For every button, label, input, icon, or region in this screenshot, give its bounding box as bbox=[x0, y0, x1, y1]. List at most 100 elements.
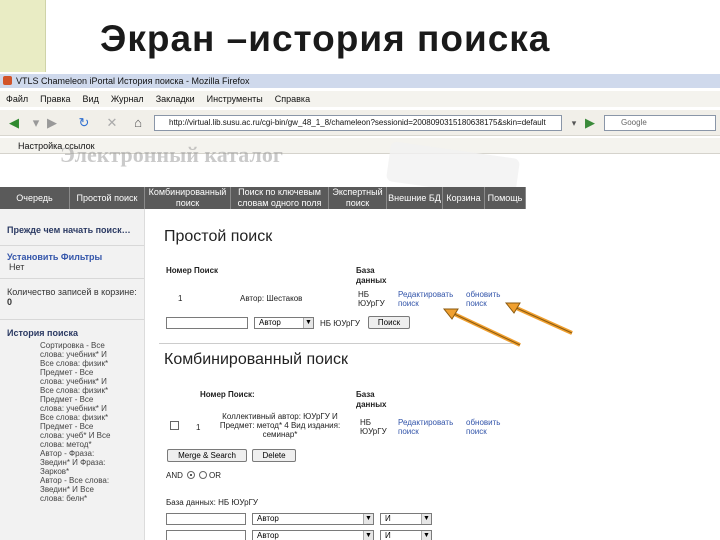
tab-help[interactable]: Помощь bbox=[485, 187, 526, 209]
simple-search-button[interactable]: Поиск bbox=[368, 316, 410, 329]
combined-row-db: НБ ЮУрГУ bbox=[360, 418, 387, 436]
menu-tools[interactable]: Инструменты bbox=[207, 91, 263, 107]
combined-search-heading: Комбинированный поиск bbox=[164, 351, 348, 368]
menu-help[interactable]: Справка bbox=[275, 91, 310, 107]
filters-block: Установить Фильтры Нет bbox=[0, 246, 144, 279]
set-filters-link[interactable]: Установить Фильтры bbox=[7, 252, 137, 262]
history-item[interactable]: Автор - Все слова: bbox=[40, 476, 137, 485]
catalog-tabs: Очередь Простой поиск Комбинированный по… bbox=[0, 187, 526, 209]
tab-external-db[interactable]: Внешние БД bbox=[387, 187, 443, 209]
go-arrow-icon[interactable]: ▾ bbox=[566, 115, 582, 131]
combined-col-number: Номер Поиск: bbox=[200, 390, 255, 399]
history-item[interactable]: Все слова: физик* bbox=[40, 413, 137, 422]
basket-count-label: Количество записей в корзине: bbox=[7, 287, 137, 297]
history-item[interactable]: слова: учеб* И Все bbox=[40, 431, 137, 440]
section-divider bbox=[159, 343, 519, 344]
combined-col-db: База данных bbox=[356, 390, 387, 409]
tab-simple-search[interactable]: Простой поиск bbox=[70, 187, 145, 209]
slide-stripe bbox=[0, 0, 46, 72]
and-radio[interactable] bbox=[187, 471, 195, 479]
simple-row-number: 1 bbox=[178, 294, 183, 303]
and-label: AND bbox=[166, 471, 183, 480]
history-item[interactable]: Автор - Фраза: bbox=[40, 449, 137, 458]
merge-search-button[interactable]: Merge & Search bbox=[167, 449, 247, 462]
combined-op-value-2: И bbox=[385, 531, 391, 540]
simple-search-input[interactable] bbox=[166, 317, 248, 329]
simple-col-number: Номер Поиск bbox=[166, 266, 219, 275]
tab-queue[interactable]: Очередь bbox=[0, 187, 70, 209]
combined-field-select-2[interactable]: Автор ▼ bbox=[252, 530, 374, 540]
combined-field-value-1: Автор bbox=[257, 514, 279, 523]
combined-field-select-1[interactable]: Автор ▼ bbox=[252, 513, 374, 525]
stop-icon[interactable]: ✕ bbox=[104, 115, 120, 131]
combined-row-number: 1 bbox=[196, 423, 201, 432]
simple-col-db: База данных bbox=[356, 266, 387, 285]
window-title: VTLS Chameleon iPortal История поиска - … bbox=[16, 76, 250, 86]
combined-edit-link[interactable]: Редактировать поиск bbox=[398, 418, 462, 436]
forward-icon[interactable]: ▶ bbox=[44, 115, 60, 131]
combined-op-value-1: И bbox=[385, 514, 391, 523]
history-item[interactable]: слова: метод* bbox=[40, 440, 137, 449]
combined-row-query[interactable]: Коллективный автор: ЮУрГУ И Предмет: мет… bbox=[218, 412, 342, 439]
menu-bookmarks[interactable]: Закладки bbox=[156, 91, 195, 107]
combined-field-value-2: Автор bbox=[257, 531, 279, 540]
back-icon[interactable]: ◀ bbox=[6, 115, 22, 131]
home-icon[interactable]: ⌂ bbox=[130, 115, 146, 131]
history-list: Сортировка - Все слова: учебник* И Все с… bbox=[0, 338, 144, 503]
simple-row-query[interactable]: Автор: Шестаков bbox=[240, 294, 302, 303]
search-field[interactable]: Google bbox=[604, 115, 716, 131]
combined-input-2[interactable] bbox=[166, 530, 246, 540]
basket-count: 0 bbox=[7, 297, 13, 307]
tab-expert-search[interactable]: Экспертный поиск bbox=[329, 187, 387, 209]
menu-history[interactable]: Журнал bbox=[111, 91, 144, 107]
menu-bar: Файл Правка Вид Журнал Закладки Инструме… bbox=[0, 91, 720, 107]
firefox-icon bbox=[3, 76, 12, 85]
history-item[interactable]: слова: белн* bbox=[40, 494, 137, 503]
combined-op-select-1[interactable]: И ▼ bbox=[380, 513, 432, 525]
history-item[interactable]: Сортировка - Все bbox=[40, 341, 137, 350]
chevron-down-icon: ▼ bbox=[363, 531, 373, 540]
address-bar[interactable]: http://virtual.lib.susu.ac.ru/cgi-bin/gw… bbox=[154, 115, 562, 131]
history-title: История поиска bbox=[7, 328, 79, 338]
chevron-down-icon: ▼ bbox=[363, 514, 373, 524]
history-item[interactable]: Зведин* И Фраза: bbox=[40, 458, 137, 467]
history-item[interactable]: Предмет - Все bbox=[40, 368, 137, 377]
simple-in-db: НБ ЮУрГУ bbox=[320, 319, 360, 328]
history-item[interactable]: Все слова: физик* bbox=[40, 359, 137, 368]
chevron-down-icon: ▼ bbox=[303, 318, 313, 328]
chevron-down-icon: ▼ bbox=[421, 514, 431, 524]
simple-field-select[interactable]: Автор ▼ bbox=[254, 317, 314, 329]
or-radio[interactable] bbox=[199, 471, 207, 479]
history-item[interactable]: Предмет - Все bbox=[40, 395, 137, 404]
history-item[interactable]: слова: учебник* И bbox=[40, 350, 137, 359]
tab-keyword-search[interactable]: Поиск по ключевым словам одного поля bbox=[231, 187, 329, 209]
tab-combined-search[interactable]: Комбинированный поиск bbox=[145, 187, 231, 209]
delete-button[interactable]: Delete bbox=[252, 449, 296, 462]
combined-row-checkbox[interactable] bbox=[170, 421, 179, 430]
menu-edit[interactable]: Правка bbox=[40, 91, 70, 107]
reload-icon[interactable]: ↻ bbox=[76, 115, 92, 131]
history-item[interactable]: Все слова: физик* bbox=[40, 386, 137, 395]
history-block: История поиска bbox=[0, 320, 144, 338]
go-icon[interactable]: ▶ bbox=[582, 115, 598, 131]
combined-input-1[interactable] bbox=[166, 513, 246, 525]
combined-db-label: База данных: НБ ЮУрГУ bbox=[166, 498, 259, 507]
presentation-slide: Экран –история поиска VTLS Chameleon iPo… bbox=[0, 0, 720, 540]
history-item[interactable]: слова: учебник* И bbox=[40, 377, 137, 386]
dropdown-arrow-icon[interactable]: ▾ bbox=[28, 115, 44, 131]
menu-file[interactable]: Файл bbox=[6, 91, 28, 107]
window-title-bar: VTLS Chameleon iPortal История поиска - … bbox=[0, 74, 720, 88]
menu-view[interactable]: Вид bbox=[83, 91, 99, 107]
history-item[interactable]: слова: учебник* И bbox=[40, 404, 137, 413]
combined-refresh-link[interactable]: обновить поиск bbox=[466, 418, 512, 436]
history-item[interactable]: Зведин* И Все bbox=[40, 485, 137, 494]
simple-edit-link[interactable]: Редактировать поиск bbox=[398, 290, 462, 308]
history-item[interactable]: Предмет - Все bbox=[40, 422, 137, 431]
basket-block: Количество записей в корзине: 0 bbox=[0, 279, 144, 320]
simple-refresh-link[interactable]: обновить поиск bbox=[466, 290, 512, 308]
chevron-down-icon: ▼ bbox=[421, 531, 431, 540]
tab-basket[interactable]: Корзина bbox=[443, 187, 485, 209]
combined-op-select-2[interactable]: И ▼ bbox=[380, 530, 432, 540]
history-item[interactable]: Зарков* bbox=[40, 467, 137, 476]
catalog-heading: Электронный каталог bbox=[60, 142, 283, 167]
